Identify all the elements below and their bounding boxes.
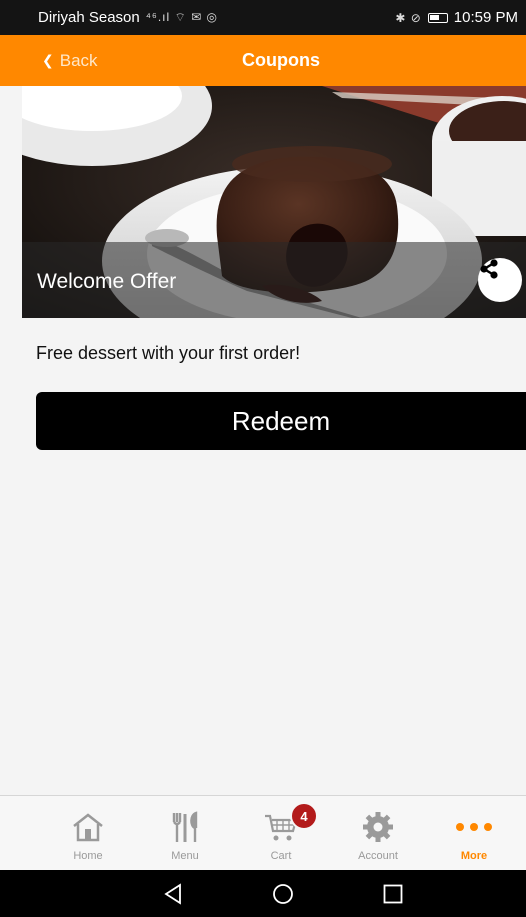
cart-count-badge: 4: [290, 802, 318, 830]
chevron-left-icon: ❮: [42, 52, 54, 68]
bluetooth-mute-icons: ✱ ⊘: [395, 10, 422, 25]
offer-description: Free dessert with your first order!: [36, 343, 301, 363]
status-right: ✱ ⊘ 10:59 PM: [395, 9, 518, 26]
nav-recents-icon[interactable]: [381, 882, 405, 906]
offer-title: Welcome Offer: [37, 270, 177, 293]
share-icon: [480, 259, 498, 279]
tab-cart[interactable]: 4 Cart: [241, 796, 321, 870]
status-bar: Diriyah Season ⁴⁶.ıl ⌔ ✉ ◎ ✱ ⊘ 10:59 PM: [0, 0, 526, 35]
gear-icon: [361, 810, 395, 844]
nav-home-icon[interactable]: [271, 882, 295, 906]
carrier-name: Diriyah Season: [38, 9, 140, 26]
home-icon: [71, 810, 105, 844]
tab-more[interactable]: More: [434, 796, 514, 870]
tab-cart-label: Cart: [270, 850, 292, 862]
coupon-hero-image: Welcome Offer: [22, 86, 526, 318]
tab-account-label: Account: [358, 850, 398, 862]
cutlery-icon: [168, 810, 202, 844]
nav-back-icon[interactable]: [161, 882, 185, 906]
tab-more-label: More: [460, 850, 488, 862]
tab-home-label: Home: [73, 850, 103, 862]
redeem-button[interactable]: Redeem: [36, 392, 526, 450]
more-dots-icon: [454, 810, 494, 844]
tab-home[interactable]: Home: [48, 796, 128, 870]
coupons-screen: Diriyah Season ⁴⁶.ıl ⌔ ✉ ◎ ✱ ⊘ 10:59 PM …: [0, 0, 526, 917]
tab-menu[interactable]: Menu: [145, 796, 225, 870]
battery-icon: [427, 12, 448, 23]
share-button[interactable]: [478, 258, 522, 302]
tab-menu-label: Menu: [171, 850, 199, 862]
app-header: Coupons ❮ Back: [0, 35, 526, 86]
back-button[interactable]: ❮ Back: [42, 35, 98, 86]
system-nav-bar: [0, 870, 526, 917]
tab-account[interactable]: Account: [338, 796, 418, 870]
status-left: Diriyah Season ⁴⁶.ıl ⌔ ✉ ◎: [38, 9, 218, 26]
back-label: Back: [59, 50, 98, 70]
signal-icons: ⁴⁶.ıl ⌔ ✉ ◎: [145, 10, 218, 24]
bottom-tab-bar: Home Menu 4 Cart Account More: [0, 795, 526, 870]
status-time: 10:59 PM: [453, 9, 518, 26]
